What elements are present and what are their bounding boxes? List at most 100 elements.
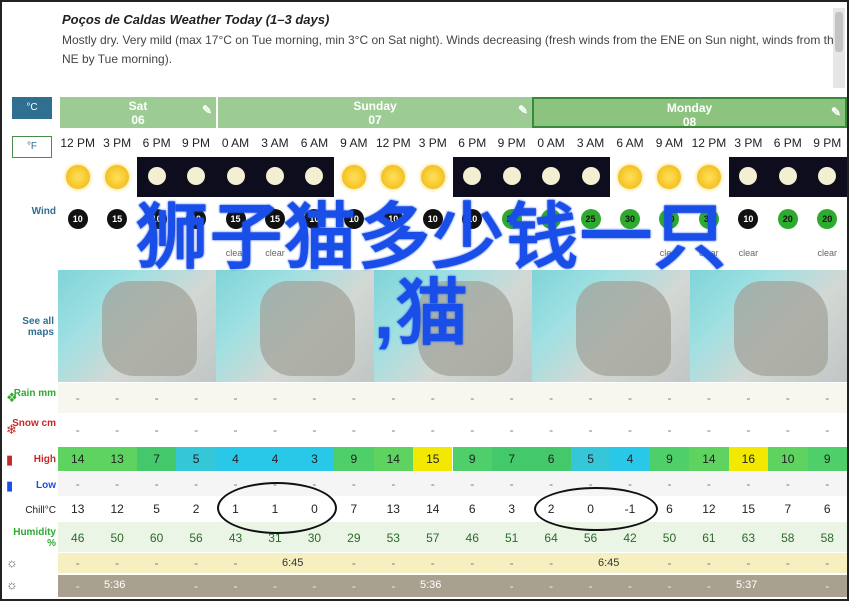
celsius-button[interactable]: °C — [12, 97, 52, 119]
pin-icon[interactable]: ✎ — [202, 103, 212, 117]
time-label: 3 PM — [97, 131, 137, 155]
high-temp-value: 13 — [97, 447, 137, 471]
low-temp-value: - — [746, 477, 751, 491]
snow-value: - — [312, 423, 317, 437]
sunrise-dash: - — [75, 556, 80, 570]
low-temp-value: - — [825, 477, 830, 491]
snow-value: - — [391, 423, 396, 437]
sunset-dash: - — [312, 579, 317, 593]
humidity-value: 58 — [820, 531, 834, 545]
moon-icon — [778, 167, 797, 185]
moon-icon — [226, 167, 245, 185]
low-temp-value: - — [785, 477, 790, 491]
humidity-value: 57 — [426, 531, 440, 545]
sun-icon — [341, 165, 366, 189]
rain-value: - — [706, 391, 711, 405]
day-header-monday[interactable]: Monday 08 ✎ — [532, 97, 847, 129]
overlay-line-2: ,猫 — [373, 274, 470, 354]
sunset-dash: - — [351, 579, 356, 593]
overlay-watermark-text: 狮子猫多少钱一只 ,猫 — [22, 200, 842, 352]
moon-icon — [463, 167, 482, 185]
sky-cell — [807, 157, 847, 197]
humidity-value: 50 — [662, 531, 677, 545]
sunset-dash: - — [272, 579, 277, 593]
high-temp-value: 4 — [610, 447, 650, 471]
chill-value: 12 — [110, 502, 124, 516]
moon-icon — [265, 167, 284, 185]
high-temp-value: 7 — [136, 447, 177, 471]
rain-value: - — [588, 391, 593, 405]
sky-cell — [334, 157, 374, 197]
sunset-time-sunday: 5:36 — [420, 579, 442, 591]
moon-icon — [187, 167, 206, 185]
time-label: 6 PM — [452, 131, 492, 155]
sunrise-time-monday: 6:45 — [598, 557, 620, 569]
sky-cell — [689, 157, 729, 197]
pin-icon[interactable]: ✎ — [831, 105, 841, 119]
chill-value: 2 — [192, 502, 200, 516]
sky-cell — [136, 157, 177, 197]
sunset-time-sat: 5:36 — [104, 579, 126, 591]
day-name: Monday — [666, 101, 713, 115]
low-temp-value: - — [667, 477, 672, 491]
scrollbar-thumb[interactable] — [835, 12, 843, 52]
snow-value: - — [351, 423, 356, 437]
humidity-value: 53 — [386, 531, 400, 545]
humidity-value: 58 — [781, 531, 795, 545]
rain-value: - — [194, 391, 199, 405]
sunset-dash: - — [588, 579, 593, 593]
chill-value: 13 — [71, 502, 85, 516]
sunrise-dash: - — [194, 556, 199, 570]
sky-cell — [215, 157, 256, 197]
sunset-time-monday: 5:37 — [736, 579, 758, 591]
chill-value: 15 — [741, 502, 756, 516]
forecast-header: Poços de Caldas Weather Today (1–3 days)… — [62, 12, 842, 69]
day-date: 08 — [682, 115, 697, 129]
moon-icon — [581, 167, 600, 185]
chill-value: 14 — [426, 502, 440, 516]
rain-value: - — [351, 391, 356, 405]
rain-value: - — [746, 391, 751, 405]
time-label: 3 AM — [255, 131, 295, 155]
fahrenheit-button[interactable]: °F — [12, 136, 52, 158]
pin-icon[interactable]: ✎ — [518, 103, 528, 117]
high-temp-value: 10 — [768, 447, 808, 471]
high-label: High — [33, 454, 56, 465]
sunrise-dash: - — [785, 556, 790, 570]
humidity-value: 51 — [504, 531, 519, 545]
day-header-sat[interactable]: Sat 06 ✎ — [58, 97, 216, 128]
time-label: 9 PM — [491, 131, 532, 155]
sunrise-dash: - — [351, 556, 356, 570]
sunset-dash: - — [628, 579, 633, 593]
low-temp-value: - — [391, 477, 396, 491]
low-temp-value: - — [706, 477, 711, 491]
high-temp-value: 16 — [728, 447, 769, 471]
chill-label: Chill°C — [25, 505, 56, 516]
sunrise-dash: - — [746, 556, 751, 570]
sky-cell — [176, 157, 216, 197]
chill-value: 7 — [350, 502, 358, 516]
sunrise-dash: - — [549, 556, 554, 570]
sun-icon — [105, 165, 130, 189]
low-label: Low — [36, 480, 56, 491]
low-temp-value: - — [154, 477, 159, 491]
day-name: Sat — [128, 99, 148, 113]
rain-value: - — [75, 391, 80, 405]
snow-value: - — [706, 423, 711, 437]
sunrise-dash: - — [391, 556, 396, 570]
day-header-sunday[interactable]: Sunday 07 ✎ — [216, 97, 532, 128]
low-temp-value: - — [194, 477, 199, 491]
snow-value: - — [75, 423, 80, 437]
snow-value: - — [588, 423, 593, 437]
sun-icon — [657, 165, 682, 189]
summary-scrollbar[interactable] — [833, 8, 845, 88]
sunset-dash: - — [75, 579, 80, 593]
page-title: Poços de Caldas Weather Today (1–3 days) — [62, 12, 330, 27]
sky-cell — [728, 157, 769, 197]
snow-value: - — [825, 423, 830, 437]
sunrise-dash: - — [825, 556, 830, 570]
time-label: 9 AM — [649, 131, 690, 155]
snow-label: Snow cm — [12, 418, 56, 429]
moon-icon — [542, 167, 561, 185]
low-temp-value: - — [509, 477, 514, 491]
